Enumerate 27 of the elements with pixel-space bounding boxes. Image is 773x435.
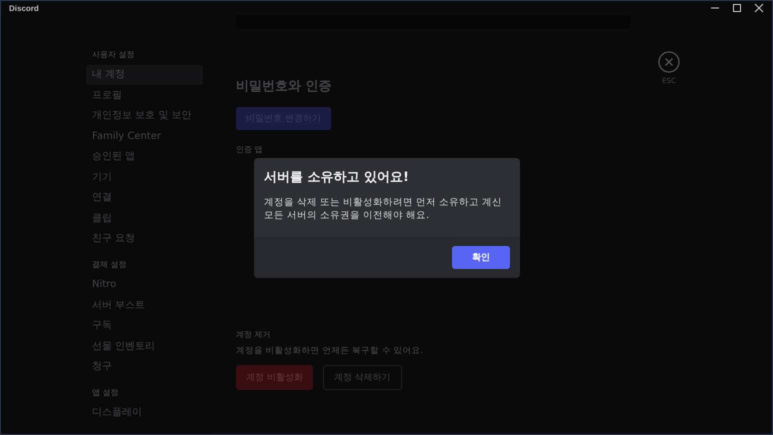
sidebar-item[interactable]: 승인된 앱 [86, 147, 203, 167]
sidebar-item[interactable]: 친구 요청 [86, 229, 203, 249]
section-label: 계정 제거 [236, 329, 272, 340]
sidebar-section-header: 앱 설정 [91, 387, 120, 399]
sidebar-item[interactable]: 연결 [86, 188, 203, 208]
section-description: 계정을 비활성화하면 언제든 복구할 수 있어요. [236, 345, 424, 357]
sidebar-item[interactable]: 선물 인벤토리 [86, 336, 203, 356]
sidebar-item[interactable]: Nitro [86, 275, 203, 295]
sidebar-item[interactable]: 개인정보 보호 및 보안 [86, 106, 203, 126]
account-button[interactable]: 계정 삭제하기 [322, 365, 402, 390]
sidebar-item[interactable]: 청구 [86, 357, 203, 377]
dialog-title: 서버를 소유하고 있어요! [264, 169, 410, 186]
maximize-icon[interactable] [732, 3, 742, 13]
section-label: 인증 앱 [236, 144, 264, 155]
sidebar-item[interactable]: Family Center [86, 126, 203, 146]
sidebar-item[interactable]: 서버 부스트 [86, 296, 203, 316]
sidebar-item[interactable]: 디스플레이 [86, 403, 203, 423]
sidebar-section-header: 결제 설정 [91, 259, 128, 271]
sidebar-item[interactable]: 기기 [86, 168, 203, 188]
sidebar-item[interactable]: 구독 [86, 316, 203, 336]
window-title: Discord [9, 4, 39, 12]
section-title: 비밀번호와 인증 [236, 78, 332, 95]
sidebar-item[interactable]: 클립 [86, 208, 203, 228]
sidebar-item[interactable]: 프로필 [86, 86, 203, 106]
sidebar-section-header: 사용자 설정 [91, 49, 136, 61]
confirm-button[interactable]: 확인 [452, 246, 510, 269]
dialog-message: 계정을 삭제 또는 비활성화하려면 먼저 소유하고 계신 모든 서버의 소유권을 이전해야 해요. [264, 196, 504, 223]
